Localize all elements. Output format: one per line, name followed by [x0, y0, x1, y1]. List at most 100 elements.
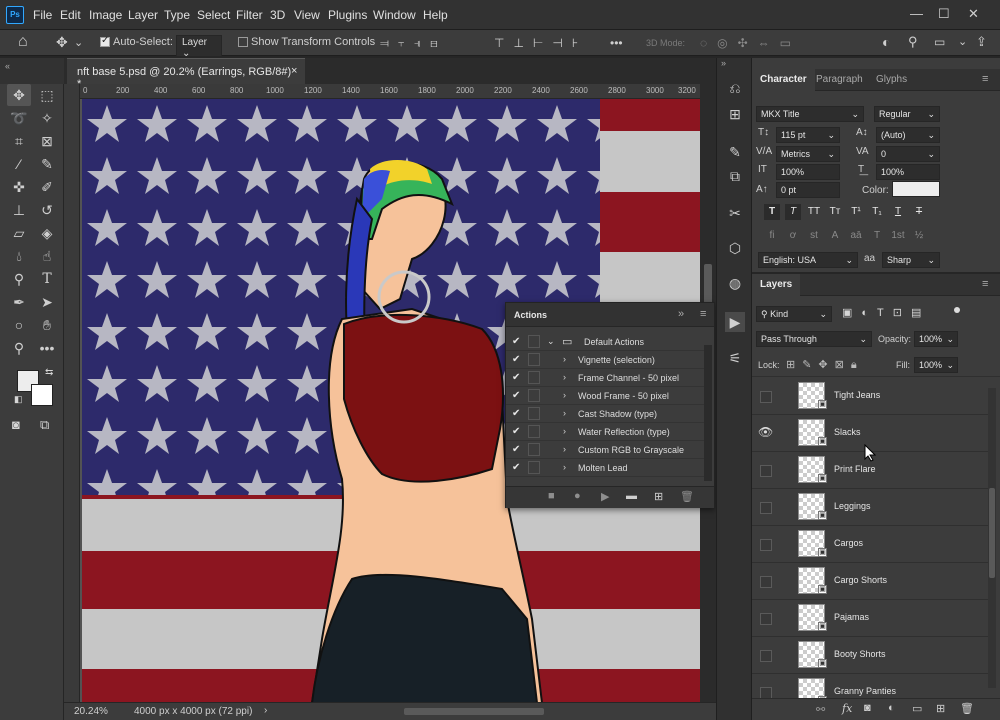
magic-wand-icon[interactable]: ✧ [35, 107, 59, 129]
new-layer-icon[interactable]: ⊞ [936, 702, 945, 715]
text-color-swatch[interactable] [892, 181, 940, 197]
chevron-right-icon[interactable]: › [563, 372, 566, 382]
close-button[interactable]: ✕ [968, 6, 979, 22]
visibility-toggle[interactable] [760, 687, 772, 698]
3d-mode-icons[interactable]: ◌◎✣⇔▭ [700, 36, 801, 50]
visibility-toggle[interactable] [760, 465, 772, 477]
layer-row[interactable]: ▣ Booty Shorts [752, 637, 990, 674]
font-size-field[interactable]: 115 pt ⌄ [776, 127, 840, 143]
panel-menu-icon[interactable]: ≡ [700, 308, 706, 320]
more-tools-icon[interactable]: ••• [35, 337, 59, 359]
adjustments-icon[interactable]: ⧉ [725, 166, 745, 186]
scrollbar-thumb[interactable] [989, 488, 995, 578]
menu-image[interactable]: Image [89, 8, 122, 22]
leading-field[interactable]: (Auto) ⌄ [876, 127, 940, 143]
strikethrough-button[interactable]: T [911, 204, 927, 220]
document-tab-close[interactable]: × [291, 65, 297, 77]
zoom-level[interactable]: 20.24% [74, 706, 108, 717]
swash-button[interactable]: A [827, 228, 843, 244]
subscript-button[interactable]: T₁ [869, 204, 885, 220]
more-options-button[interactable]: ••• [610, 36, 623, 50]
horizontal-scrollbar-thumb[interactable] [404, 708, 544, 715]
swap-colors-icon[interactable]: ⇆ [45, 367, 53, 378]
action-item[interactable]: ✔ › Water Reflection (type) [506, 423, 704, 441]
chevron-down-icon[interactable]: ⌄ [547, 336, 555, 347]
dialog-toggle[interactable] [528, 371, 540, 384]
panel-menu-icon[interactable]: ≡ [982, 73, 988, 85]
visibility-toggle[interactable] [760, 613, 772, 625]
ligatures-button[interactable]: fi [764, 228, 780, 244]
layer-filter-dropdown[interactable]: ⚲ Kind ⌄ [756, 306, 832, 322]
tab-glyphs[interactable]: Glyphs [868, 69, 915, 91]
visibility-toggle[interactable] [760, 502, 772, 514]
panel-menu-icon[interactable]: ≡ [982, 278, 988, 290]
history-brush-icon[interactable]: ↺ [35, 199, 59, 221]
menu-help[interactable]: Help [423, 8, 448, 22]
pencil-icon[interactable]: ✎ [35, 153, 59, 175]
action-item[interactable]: ✔ › Vignette (selection) [506, 351, 704, 369]
paint-bucket-icon[interactable]: ◈ [35, 222, 59, 244]
layer-row[interactable]: ▣Granny Panties [752, 674, 990, 698]
status-arrow[interactable]: › [264, 705, 267, 716]
folder-icon[interactable]: ▬ [626, 490, 637, 502]
crop-tool-icon[interactable]: ⌗ [7, 130, 31, 152]
dialog-toggle[interactable] [528, 443, 540, 456]
trash-icon[interactable]: 🗑︎ [680, 490, 694, 503]
link-icon[interactable]: ⚯ [816, 703, 825, 716]
zoom-tool-icon[interactable]: ⚲ [7, 337, 31, 359]
align-buttons[interactable]: ⫤⫟⫣⊟ [380, 36, 447, 51]
distribute-buttons[interactable]: ⊤⊥⊢⊣⊦ [494, 36, 587, 50]
layer-row[interactable]: ▣ Cargo Shorts [752, 563, 990, 600]
visibility-toggle[interactable] [760, 576, 772, 588]
small-caps-button[interactable]: Tт [827, 204, 843, 220]
chevron-right-icon[interactable]: › [563, 390, 566, 400]
home-icon[interactable]: ⌂ [18, 33, 28, 51]
minimize-button[interactable]: — [910, 6, 923, 21]
check-icon[interactable]: ✔ [512, 372, 520, 383]
ordinals-button[interactable]: 1st [890, 228, 906, 244]
history-icon[interactable]: ⎌ [725, 78, 745, 98]
chevron-right-icon[interactable]: › [563, 462, 566, 472]
action-set-row[interactable]: ✔ ⌄ ▭ Default Actions [506, 333, 704, 351]
chevron-down-icon[interactable]: ⌄ [958, 35, 967, 48]
action-item[interactable]: ✔ › Cast Shadow (type) [506, 405, 704, 423]
pen-tool-icon[interactable]: ✒ [7, 291, 31, 313]
check-icon[interactable]: ✔ [512, 390, 520, 401]
ornaments-button[interactable]: T [869, 228, 885, 244]
check-icon[interactable]: ✔ [512, 444, 520, 455]
trash-icon[interactable]: 🗑︎ [960, 702, 974, 715]
dock-collapse[interactable]: » [721, 58, 726, 68]
ellipse-tool-icon[interactable]: ○ [7, 314, 31, 336]
visibility-toggle[interactable] [760, 539, 772, 551]
marquee-tool-icon[interactable]: ⬚ [35, 84, 59, 106]
move-tool-icon[interactable]: ✥ [56, 34, 68, 51]
menu-select[interactable]: Select [197, 8, 230, 22]
layer-row[interactable]: ▣ Leggings [752, 489, 990, 526]
search-icon[interactable]: ⚲ [908, 34, 918, 50]
document-info[interactable]: 4000 px x 4000 px (72 ppi) [134, 706, 252, 717]
swatches-icon[interactable]: ⊞ [725, 104, 745, 124]
titling-button[interactable]: aā [848, 228, 864, 244]
fx-icon[interactable]: fx [842, 702, 852, 715]
folder-icon[interactable]: ▭ [912, 702, 922, 715]
tracking-field[interactable]: 0 ⌄ [876, 146, 940, 162]
show-transform-checkbox[interactable]: Show Transform Controls [238, 36, 375, 48]
old-style-button[interactable]: ơ [785, 228, 801, 244]
antialias-dropdown[interactable]: Sharp ⌄ [882, 252, 940, 268]
user-icon[interactable]: ◐ [882, 34, 890, 50]
dialog-toggle[interactable] [528, 407, 540, 420]
font-family-dropdown[interactable]: MKX Title ⌄ [756, 106, 864, 122]
healing-brush-icon[interactable]: ✜ [7, 176, 31, 198]
dodge-tool-icon[interactable]: ⚲ [7, 268, 31, 290]
adjustment-icon[interactable]: ◐ [888, 702, 895, 714]
play-icon[interactable]: ▶ [601, 490, 609, 503]
dialog-toggle[interactable] [528, 335, 540, 348]
layer-row[interactable]: ▣ Tight Jeans [752, 378, 990, 415]
dialog-toggle[interactable] [528, 461, 540, 474]
workspace-icon[interactable]: ▭ [934, 35, 945, 49]
tab-paragraph[interactable]: Paragraph [808, 69, 871, 91]
lock-icons[interactable]: ⊞✎✥⊠🔒︎ [786, 358, 864, 372]
frame-tool-icon[interactable]: ⊠ [35, 130, 59, 152]
dialog-toggle[interactable] [528, 425, 540, 438]
action-item[interactable]: ✔ › Molten Lead [506, 459, 704, 477]
